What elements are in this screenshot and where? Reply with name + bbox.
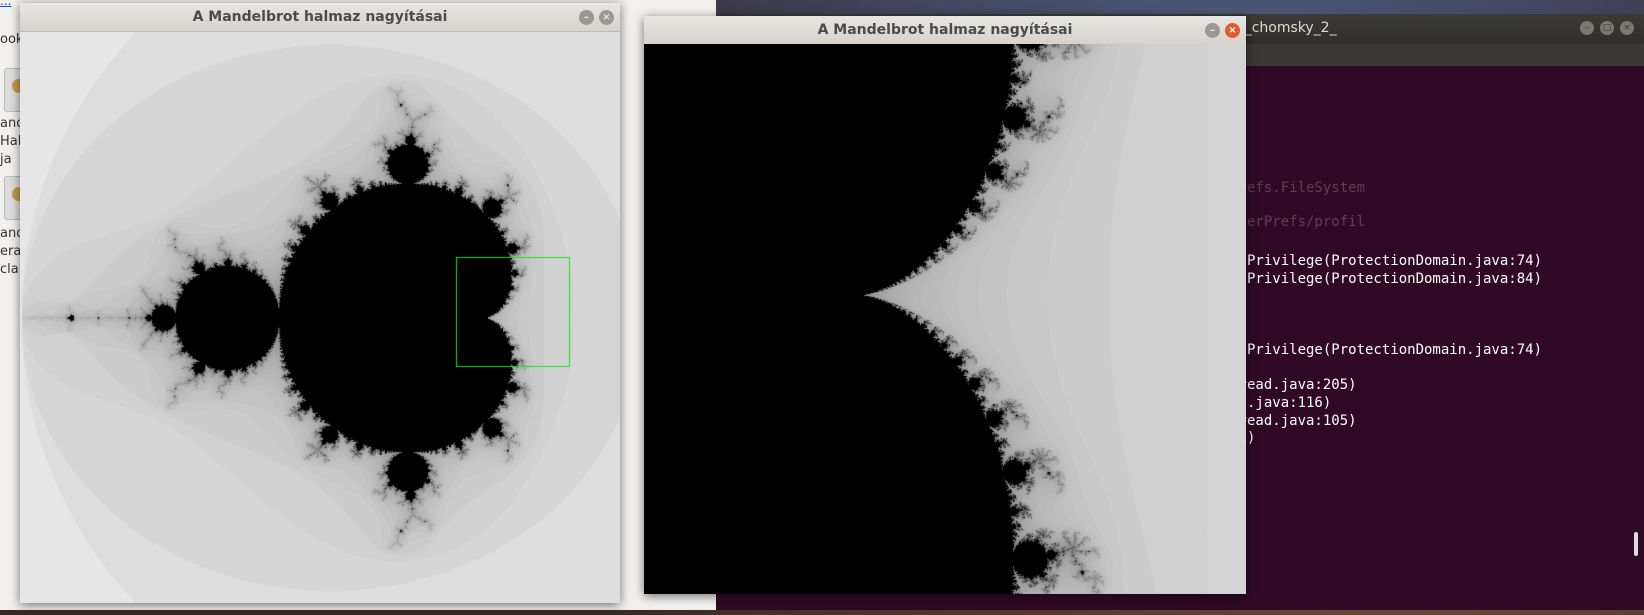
file-label-fragment: cla [0,262,19,277]
mandelbrot-window-main[interactable]: A Mandelbrot halmaz nagyításai – × [20,3,620,603]
terminal-scrollbar[interactable] [1634,532,1638,556]
file-label-fragment: ja [0,152,12,167]
window-title: A Mandelbrot halmaz nagyításai [192,9,448,25]
window-title: A Mandelbrot halmaz nagyításai [817,22,1073,38]
close-icon[interactable]: × [599,10,614,25]
maximize-icon[interactable]: □ [1600,21,1614,35]
file-label-fragment: era [0,244,22,259]
file-manager-link[interactable]: ... [0,0,11,8]
mandelbrot-zoom-canvas[interactable] [644,44,1246,594]
mandelbrot-zoom-image[interactable] [644,44,1246,594]
window-titlebar[interactable]: A Mandelbrot halmaz nagyításai – × [20,3,620,32]
close-icon[interactable]: × [1620,21,1634,35]
terminal-title: /_chomsky_2_ [1240,20,1337,36]
minimize-icon[interactable]: – [1205,23,1220,38]
mandelbrot-canvas[interactable] [20,32,620,603]
mandelbrot-window-zoom[interactable]: A Mandelbrot halmaz nagyításai – × [644,16,1246,594]
file-label-fragment: Hal [0,134,22,149]
minimize-icon[interactable]: – [1580,21,1594,35]
window-titlebar[interactable]: A Mandelbrot halmaz nagyításai – × [644,16,1246,45]
mandelbrot-image[interactable] [20,32,620,603]
minimize-icon[interactable]: – [579,10,594,25]
close-icon[interactable]: × [1225,23,1240,38]
